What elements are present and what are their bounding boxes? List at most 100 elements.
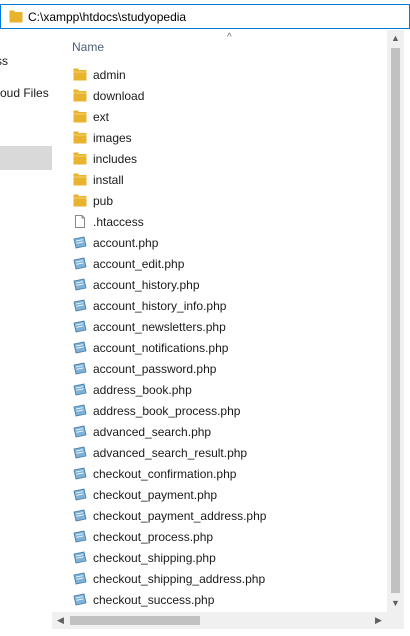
file-name: advanced_search_result.php bbox=[93, 446, 248, 460]
scroll-left-icon[interactable]: ◀ bbox=[52, 612, 69, 629]
header-divider bbox=[52, 60, 387, 61]
nav-item-quick-access[interactable]: ss bbox=[0, 54, 52, 72]
nav-item-label: ss bbox=[0, 54, 8, 68]
folder-icon bbox=[73, 110, 87, 123]
file-list-item[interactable]: address_book_process.php bbox=[52, 400, 387, 421]
folder-icon bbox=[9, 10, 23, 23]
file-name: download bbox=[93, 89, 145, 103]
file-name: account_history.php bbox=[93, 278, 200, 292]
address-path[interactable]: C:\xampp\htdocs\studyopedia bbox=[28, 10, 186, 24]
file-list-item[interactable]: account_edit.php bbox=[52, 253, 387, 274]
file-list-item[interactable]: images bbox=[52, 127, 387, 148]
file-list-item[interactable]: account_history_info.php bbox=[52, 295, 387, 316]
file-name: pub bbox=[93, 194, 114, 208]
file-list-item[interactable]: advanced_search_result.php bbox=[52, 442, 387, 463]
file-list-item[interactable]: checkout_shipping.php bbox=[52, 547, 387, 568]
php-file-icon bbox=[73, 236, 87, 249]
php-file-icon bbox=[73, 467, 87, 480]
file-name: account_history_info.php bbox=[93, 299, 227, 313]
file-list-item[interactable]: account_newsletters.php bbox=[52, 316, 387, 337]
file-list-item[interactable]: account.php bbox=[52, 232, 387, 253]
file-name: account.php bbox=[93, 236, 159, 250]
php-file-icon bbox=[73, 278, 87, 291]
vertical-scroll-thumb[interactable] bbox=[391, 48, 400, 593]
file-name: checkout_payment_address.php bbox=[93, 509, 267, 523]
php-file-icon bbox=[73, 446, 87, 459]
file-name: admin bbox=[93, 68, 126, 82]
folder-icon bbox=[73, 131, 87, 144]
file-name: images bbox=[93, 131, 132, 145]
file-name: address_book_process.php bbox=[93, 404, 241, 418]
file-list-item[interactable]: account_password.php bbox=[52, 358, 387, 379]
file-name: advanced_search.php bbox=[93, 425, 212, 439]
nav-item-selected[interactable] bbox=[0, 146, 52, 170]
file-list-item[interactable]: checkout_confirmation.php bbox=[52, 463, 387, 484]
file-name: checkout_process.php bbox=[93, 530, 214, 544]
scroll-up-icon[interactable]: ▲ bbox=[387, 30, 404, 47]
file-list: ^ Name admin download ext images includes ins… bbox=[52, 30, 387, 612]
php-file-icon bbox=[73, 509, 87, 522]
file-name: checkout_payment.php bbox=[93, 488, 218, 502]
php-file-icon bbox=[73, 320, 87, 333]
file-list-item[interactable]: checkout_payment_address.php bbox=[52, 505, 387, 526]
file-list-item[interactable]: pub bbox=[52, 190, 387, 211]
file-list-item[interactable]: checkout_shipping_address.php bbox=[52, 568, 387, 589]
file-name: account_password.php bbox=[93, 362, 217, 376]
file-name: install bbox=[93, 173, 124, 187]
php-file-icon bbox=[73, 404, 87, 417]
file-name: checkout_success.php bbox=[93, 593, 215, 607]
file-icon bbox=[73, 215, 87, 228]
file-list-item[interactable]: ext bbox=[52, 106, 387, 127]
php-file-icon bbox=[73, 425, 87, 438]
php-file-icon bbox=[73, 383, 87, 396]
file-name: checkout_shipping_address.php bbox=[93, 572, 266, 586]
file-name: account_edit.php bbox=[93, 257, 185, 271]
file-list-item[interactable]: admin bbox=[52, 64, 387, 85]
file-name: includes bbox=[93, 152, 138, 166]
php-file-icon bbox=[73, 572, 87, 585]
file-list-item[interactable]: checkout_process.php bbox=[52, 526, 387, 547]
php-file-icon bbox=[73, 341, 87, 354]
folder-icon bbox=[73, 68, 87, 81]
php-file-icon bbox=[73, 362, 87, 375]
php-file-icon bbox=[73, 551, 87, 564]
vertical-scrollbar[interactable]: ▲ ▼ bbox=[387, 30, 404, 612]
file-name: account_newsletters.php bbox=[93, 320, 226, 334]
file-list-item[interactable]: account_history.php bbox=[52, 274, 387, 295]
nav-item-cloud-files[interactable]: oud Files bbox=[0, 86, 52, 104]
file-list-item[interactable]: checkout_success.php bbox=[52, 589, 387, 610]
file-list-item[interactable]: install bbox=[52, 169, 387, 190]
file-list-item[interactable]: account_notifications.php bbox=[52, 337, 387, 358]
file-name: checkout_confirmation.php bbox=[93, 467, 237, 481]
file-list-item[interactable]: checkout_payment.php bbox=[52, 484, 387, 505]
navigation-pane: ss oud Files bbox=[0, 30, 52, 636]
php-file-icon bbox=[73, 488, 87, 501]
file-list-item[interactable]: .htaccess bbox=[52, 211, 387, 232]
file-name: address_book.php bbox=[93, 383, 192, 397]
folder-icon bbox=[73, 152, 87, 165]
column-header-name[interactable]: Name bbox=[72, 40, 104, 54]
scroll-right-icon[interactable]: ▶ bbox=[370, 612, 387, 629]
folder-icon bbox=[73, 173, 87, 186]
php-file-icon bbox=[73, 530, 87, 543]
sort-ascending-icon: ^ bbox=[227, 32, 232, 43]
scrollbar-corner bbox=[387, 612, 404, 629]
folder-icon bbox=[73, 194, 87, 207]
horizontal-scroll-thumb[interactable] bbox=[70, 616, 200, 625]
file-list-item[interactable]: includes bbox=[52, 148, 387, 169]
php-file-icon bbox=[73, 593, 87, 606]
scroll-down-icon[interactable]: ▼ bbox=[387, 595, 404, 612]
nav-item-label: oud Files bbox=[0, 86, 49, 100]
file-name: checkout_shipping.php bbox=[93, 551, 216, 565]
file-name: ext bbox=[93, 110, 110, 124]
horizontal-scrollbar[interactable]: ◀ ▶ bbox=[52, 612, 387, 629]
php-file-icon bbox=[73, 257, 87, 270]
php-file-icon bbox=[73, 299, 87, 312]
file-name: .htaccess bbox=[93, 215, 144, 229]
address-bar[interactable]: C:\xampp\htdocs\studyopedia bbox=[0, 4, 410, 29]
file-list-item[interactable]: advanced_search.php bbox=[52, 421, 387, 442]
folder-icon bbox=[73, 89, 87, 102]
file-list-item[interactable]: address_book.php bbox=[52, 379, 387, 400]
file-name: account_notifications.php bbox=[93, 341, 229, 355]
file-list-item[interactable]: download bbox=[52, 85, 387, 106]
